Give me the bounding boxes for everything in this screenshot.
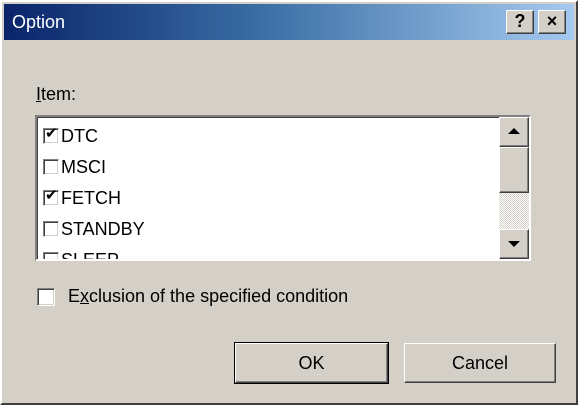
- list-item-label: FETCH: [61, 188, 121, 208]
- option-dialog: Option ? × Item: ✔ DTC MSCI ✔ FETCH STAN…: [0, 0, 578, 405]
- scroll-down-button[interactable]: [499, 229, 529, 259]
- item-checkbox[interactable]: ✔: [43, 125, 59, 144]
- exclusion-label: Exclusion of the specified condition: [68, 286, 348, 307]
- window-title: Option: [12, 12, 66, 32]
- check-icon: ✔: [45, 125, 58, 142]
- exclusion-label-rest: clusion of the specified condition: [89, 286, 349, 306]
- list-item-standby[interactable]: STANDBY: [41, 214, 497, 245]
- list-item-fetch[interactable]: ✔ FETCH: [41, 183, 497, 214]
- help-button[interactable]: ?: [506, 10, 534, 34]
- list-item-sleep[interactable]: SLEEP: [41, 245, 497, 261]
- list-item-label: SLEEP: [61, 250, 120, 261]
- check-icon: ✔: [45, 187, 58, 204]
- list-item-msci[interactable]: MSCI: [41, 152, 497, 183]
- item-checkbox[interactable]: [43, 159, 59, 175]
- item-listbox[interactable]: ✔ DTC MSCI ✔ FETCH STANDBY SLEEP: [35, 115, 531, 261]
- arrow-down-icon: [508, 241, 520, 247]
- close-button[interactable]: ×: [538, 10, 566, 34]
- list-item-label: DTC: [61, 126, 98, 146]
- item-checkbox[interactable]: ✔: [43, 187, 59, 206]
- scroll-thumb[interactable]: [499, 147, 529, 193]
- cancel-button[interactable]: Cancel: [404, 343, 556, 383]
- scroll-up-button[interactable]: [499, 117, 529, 147]
- exclusion-label-mnemonic: x: [80, 286, 90, 306]
- list-item-label: STANDBY: [61, 219, 145, 239]
- exclusion-checkbox[interactable]: [37, 288, 55, 306]
- ok-button[interactable]: OK: [234, 342, 389, 384]
- exclusion-label-pre: E: [68, 286, 81, 306]
- list-item-label: MSCI: [61, 157, 106, 177]
- item-list: ✔ DTC MSCI ✔ FETCH STANDBY SLEEP: [41, 121, 497, 261]
- arrow-up-icon: [508, 128, 520, 134]
- item-list-label: Item:: [36, 84, 76, 105]
- item-checkbox[interactable]: [43, 221, 59, 237]
- list-item-dtc[interactable]: ✔ DTC: [41, 121, 497, 152]
- title-bar[interactable]: Option ? ×: [4, 4, 574, 40]
- item-checkbox[interactable]: [43, 252, 59, 259]
- vertical-scrollbar[interactable]: [499, 117, 529, 259]
- item-label-rest: tem:: [41, 84, 77, 104]
